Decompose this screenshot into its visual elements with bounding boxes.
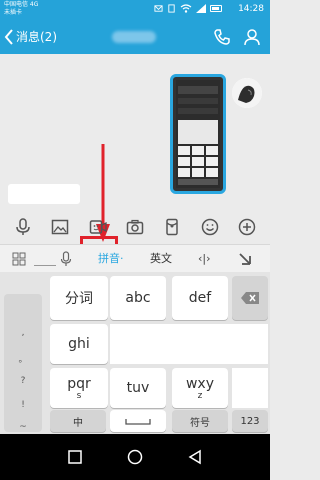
key-4[interactable]: ghi <box>50 324 108 364</box>
image-button[interactable] <box>50 217 70 237</box>
symbol-item[interactable]: ~ <box>4 422 42 432</box>
space-key[interactable] <box>110 410 166 432</box>
cursor-move-icon[interactable]: ‹|› <box>198 251 211 267</box>
tab-pinyin-label: 拼音 <box>98 252 120 265</box>
key-9-label: wxy <box>185 375 215 392</box>
key-2[interactable]: abc <box>110 276 166 320</box>
chat-toolbar <box>0 210 270 244</box>
status-time: 14:28 <box>238 4 264 14</box>
symbol-item[interactable]: ! <box>4 400 42 410</box>
signal-icon <box>196 4 206 13</box>
phone-icon[interactable] <box>212 27 232 47</box>
symbol-item[interactable]: , <box>4 328 42 338</box>
symbol-key-label: 符号 <box>190 417 210 429</box>
key-9-sub: z <box>197 390 203 401</box>
chat-area <box>0 54 270 266</box>
mail-icon <box>154 5 163 12</box>
notification-icon <box>168 4 175 13</box>
overview-icon[interactable] <box>66 448 84 466</box>
key-8-label: tuv <box>126 380 150 396</box>
tab-pinyin[interactable]: 拼音· <box>98 251 124 267</box>
battery-icon <box>210 5 222 12</box>
back-label: 消息(2) <box>16 30 57 44</box>
number-key[interactable]: 123 <box>232 410 268 432</box>
microphone-icon <box>15 218 30 235</box>
keyboard: , 。 ? ! ~ 分词 abc def ghi pqr s tuv wxy z 中… <box>0 272 270 434</box>
key-7[interactable]: pqr s <box>50 368 108 408</box>
video-icon <box>89 220 107 234</box>
grid-icon[interactable] <box>12 252 26 266</box>
video-call-button[interactable] <box>88 217 108 237</box>
voice-button[interactable] <box>13 217 33 237</box>
image-icon <box>51 219 69 235</box>
wifi-icon <box>180 4 192 13</box>
key-7-sub: s <box>76 390 82 401</box>
key-7-label: pqr <box>67 375 91 392</box>
key-4-label: ghi <box>68 336 90 352</box>
tab-pinyin-dot: · <box>120 252 124 265</box>
keyboard-collapse-icon[interactable] <box>238 252 252 266</box>
message-bubble-redacted <box>8 184 80 204</box>
navigation-bar <box>0 434 270 480</box>
avatar[interactable] <box>232 78 262 108</box>
key-3[interactable]: def <box>172 276 228 320</box>
symbol-key[interactable]: 符号 <box>172 410 228 432</box>
chinese-switch-key[interactable]: 中 <box>50 410 106 432</box>
chinese-switch-label: 中 <box>73 417 83 429</box>
red-packet-button[interactable] <box>162 217 182 237</box>
chevron-left-icon <box>4 29 13 45</box>
emoji-icon <box>201 218 219 236</box>
status-bar: 中国电信 4G 未插卡 14:28 <box>0 0 270 20</box>
more-button[interactable] <box>237 217 257 237</box>
carrier-line1: 中国电信 4G <box>4 1 39 8</box>
home-icon[interactable] <box>126 448 144 466</box>
contact-name-redacted <box>112 31 156 43</box>
symbol-item[interactable]: 。 <box>4 352 42 365</box>
image-message[interactable] <box>170 74 226 194</box>
plus-circle-icon <box>238 218 256 236</box>
keyboard-toolbar: 拼音· 英文 ‹|› <box>0 244 270 272</box>
red-packet-icon <box>166 218 179 236</box>
back-button[interactable]: 消息(2) <box>2 25 57 49</box>
title-bar: 消息(2) <box>0 20 270 54</box>
camera-button[interactable] <box>125 217 145 237</box>
number-key-label: 123 <box>240 415 260 427</box>
status-icons <box>154 4 222 13</box>
carrier-line2: 未插卡 <box>4 9 23 16</box>
screenshot-thumbnail <box>176 80 220 188</box>
back-nav-icon[interactable] <box>186 448 204 466</box>
symbol-item[interactable]: ? <box>4 376 42 386</box>
key-9[interactable]: wxy z <box>172 368 228 408</box>
space-icon <box>125 419 151 425</box>
key-1-label: 分词 <box>65 291 93 307</box>
key-8[interactable]: tuv <box>110 368 166 408</box>
symbol-column[interactable]: , 。 ? ! ~ <box>4 294 42 432</box>
backspace-key[interactable] <box>232 276 268 320</box>
key-2-label: abc <box>125 290 151 306</box>
key-3-label: def <box>188 290 212 306</box>
input-underline <box>34 265 56 266</box>
profile-icon[interactable] <box>242 27 262 47</box>
keyboard-mic-icon[interactable] <box>60 251 72 267</box>
carrier-info: 中国电信 4G 未插卡 <box>4 1 44 17</box>
emoji-button[interactable] <box>200 217 220 237</box>
key-1[interactable]: 分词 <box>50 276 108 320</box>
backspace-icon <box>241 292 259 304</box>
tab-english[interactable]: 英文 <box>150 251 172 267</box>
redacted-key-area <box>110 324 268 364</box>
redacted-key <box>232 368 268 408</box>
camera-icon <box>126 219 144 235</box>
